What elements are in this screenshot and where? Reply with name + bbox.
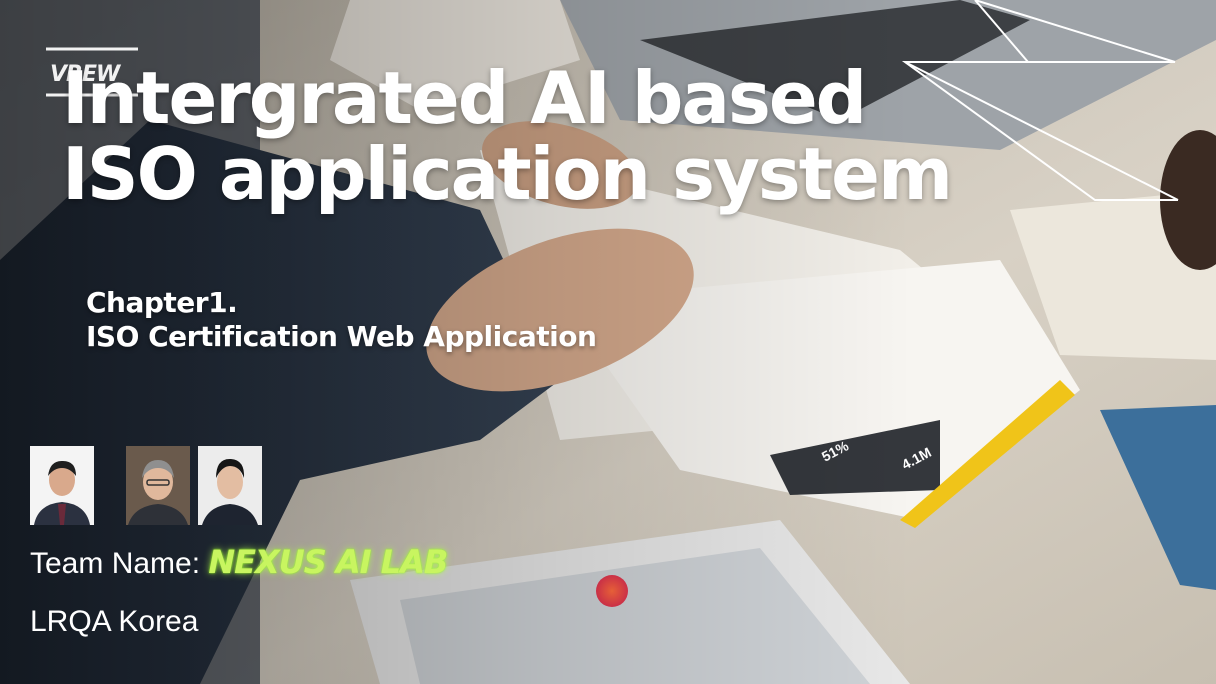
slide-title: Intergrated AI based ISO application sys… [62,56,953,216]
title-line-1: Intergrated AI based [62,56,867,140]
chapter-number: Chapter1. [86,286,238,319]
team-member-photo-2 [126,446,190,525]
team-line: Team Name: NEXUS AI LAB [30,543,448,581]
team-member-photo-3 [198,446,262,525]
team-name: NEXUS AI LAB [208,543,448,581]
team-member-photo-1 [30,446,94,525]
chapter-subtitle: Chapter1. ISO Certification Web Applicat… [86,286,597,354]
presentation-slide: 4.1M51% VREW Intergrated AI based ISO ap… [0,0,1216,684]
organization-name: LRQA Korea [30,605,199,638]
team-label: Team Name: [30,547,209,580]
title-line-2: ISO application system [62,132,953,216]
chapter-name: ISO Certification Web Application [86,320,597,353]
